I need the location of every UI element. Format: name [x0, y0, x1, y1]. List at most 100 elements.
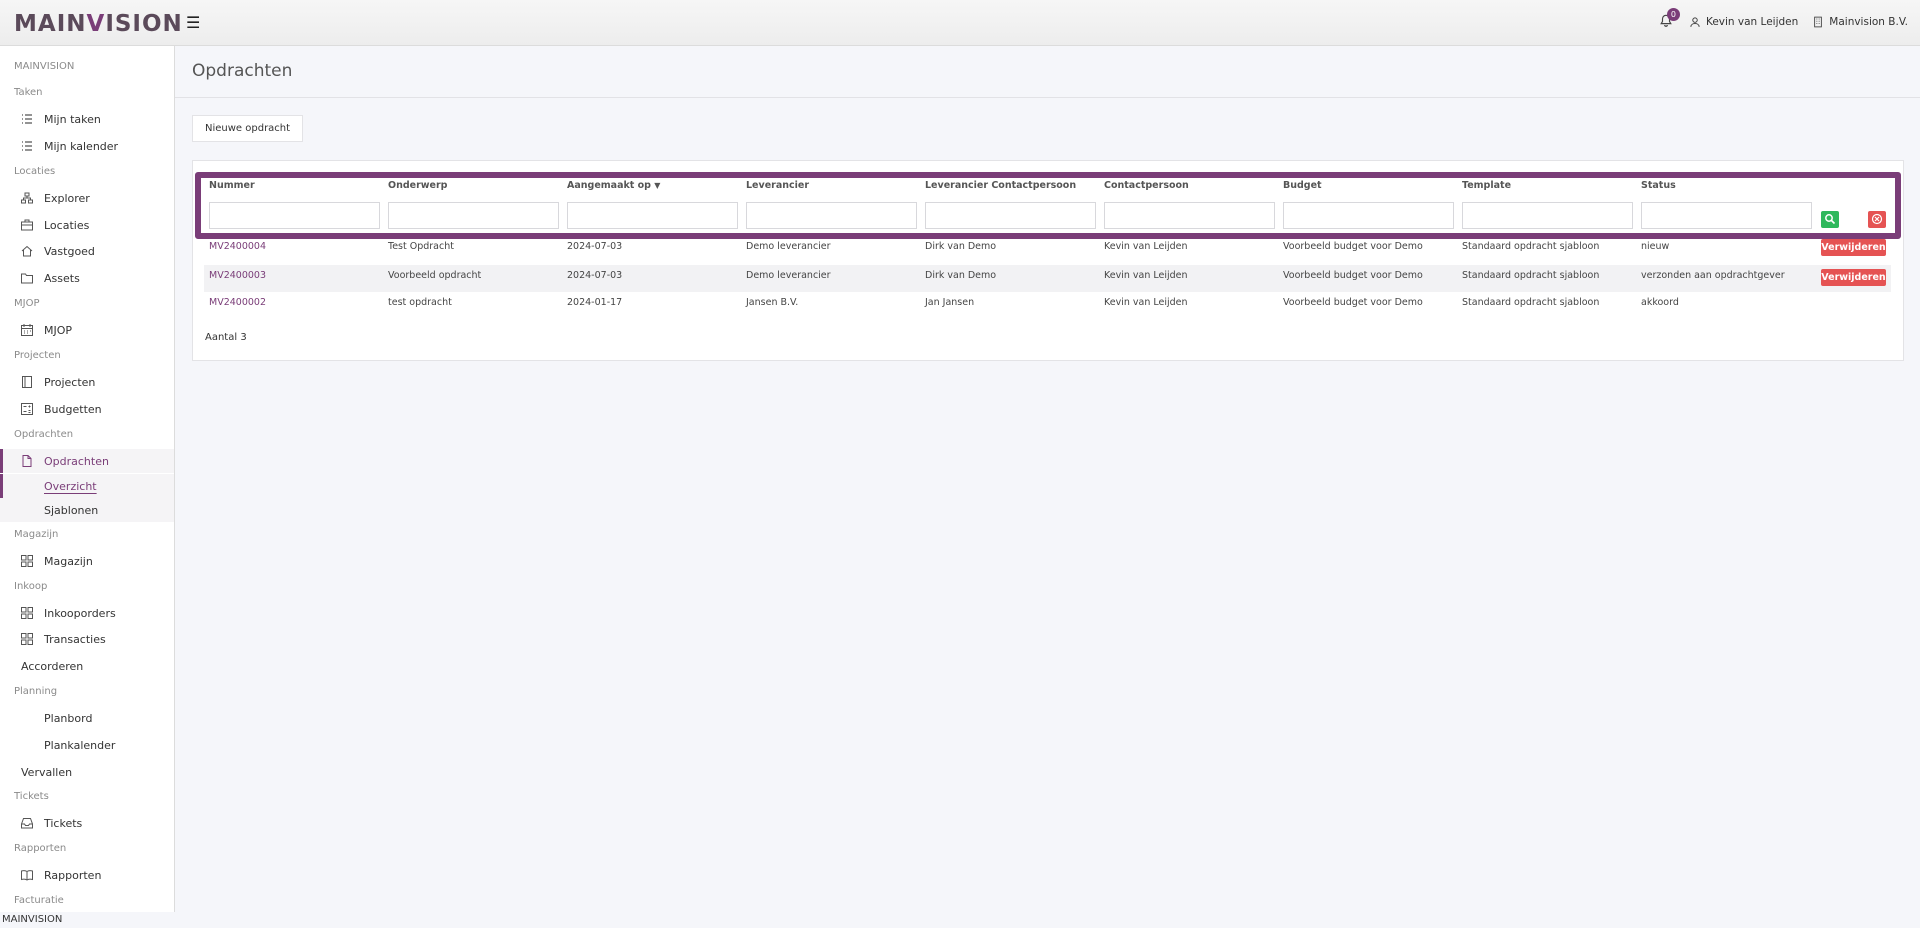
footer: MAINVISION [0, 912, 1920, 928]
top-bar: MAINVISION ☰ 0 Kevin van Leijden Mainvis… [0, 0, 1920, 46]
column-header-leverancier[interactable]: Leverancier [746, 180, 809, 191]
table-row[interactable]: MV2400002 test opdracht 2024-01-17 Janse… [204, 292, 1891, 319]
building-icon [1814, 16, 1823, 28]
filter-aangemaakt-op-input[interactable] [567, 202, 738, 229]
section-planning: Planning [14, 686, 58, 697]
cell-aangemaakt-op: 2024-07-03 [567, 270, 623, 281]
column-header-aangemaakt-op[interactable]: Aangemaakt op ▼ [567, 180, 660, 191]
cell-contactpersoon: Kevin van Leijden [1104, 297, 1188, 308]
new-opdracht-button[interactable]: Nieuwe opdracht [192, 115, 304, 142]
cell-nummer[interactable]: MV2400002 [209, 294, 266, 311]
cell-nummer[interactable]: MV2400004 [209, 238, 266, 255]
cell-aangemaakt-op: 2024-07-03 [567, 241, 623, 252]
folder-icon [21, 272, 33, 284]
sidebar-item-sjablonen[interactable]: Sjablonen [0, 498, 174, 522]
sidebar-item-opdrachten[interactable]: Opdrachten [0, 449, 174, 473]
sidebar-item-assets[interactable]: Assets [0, 266, 174, 290]
delete-button[interactable]: Verwijderen [1821, 239, 1886, 256]
open-book-icon [21, 869, 33, 881]
clear-filters-button[interactable] [1868, 211, 1886, 228]
section-taken: Taken [14, 87, 43, 98]
sidebar-item-locaties[interactable]: Locaties [0, 213, 174, 237]
sitemap-icon [21, 192, 33, 204]
user-name: Kevin van Leijden [1705, 16, 1799, 28]
sidebar-item-magazijn[interactable]: Magazijn [0, 549, 174, 573]
sidebar-item-overzicht[interactable]: Overzicht [0, 474, 174, 498]
sidebar-item-vervallen[interactable]: Vervallen [0, 760, 174, 784]
filter-nummer-input[interactable] [209, 202, 380, 229]
column-header-nummer[interactable]: Nummer [209, 180, 255, 191]
hamburger-icon[interactable]: ☰ [186, 13, 200, 32]
delete-button[interactable]: Verwijderen [1821, 269, 1886, 286]
list-icon [21, 113, 33, 125]
sidebar-item-transacties[interactable]: Transacties [0, 627, 174, 651]
notifications-bell-icon[interactable]: 0 [1659, 8, 1680, 30]
column-header-onderwerp[interactable]: Onderwerp [388, 180, 447, 191]
book-icon [21, 376, 33, 388]
sidebar-item-explorer[interactable]: Explorer [0, 186, 174, 210]
sidebar-item-inkooporders[interactable]: Inkooporders [0, 601, 174, 625]
cell-leverancier-contactpersoon: Dirk van Demo [925, 241, 997, 252]
mainvision-logo[interactable]: MAINVISION [14, 12, 183, 36]
cell-template: Standaard opdracht sjabloon [1462, 241, 1600, 252]
cell-status: akkoord [1641, 297, 1679, 308]
filter-leverancier-input[interactable] [746, 202, 917, 229]
grid-icon [21, 633, 33, 645]
sidebar-item-budgetten[interactable]: Budgetten [0, 397, 174, 421]
sidebar-item-mjop[interactable]: MJOP [0, 318, 174, 342]
sort-desc-icon: ▼ [654, 181, 661, 190]
cell-leverancier: Demo leverancier [746, 241, 831, 252]
grid-icon [21, 607, 33, 619]
grid-icon [21, 555, 33, 567]
sidebar: MAINVISION Taken Mijn taken Mijn kalende… [0, 46, 175, 912]
cell-onderwerp: Test Opdracht [388, 241, 454, 252]
column-header-budget[interactable]: Budget [1283, 180, 1322, 191]
user-menu[interactable]: Kevin van Leijden [1689, 16, 1798, 28]
sidebar-item-projecten[interactable]: Projecten [0, 370, 174, 394]
section-facturatie: Facturatie [14, 895, 64, 906]
sidebar-item-rapporten[interactable]: Rapporten [0, 863, 174, 887]
inbox-icon [21, 817, 33, 829]
page-title: Opdrachten [192, 61, 293, 81]
filter-onderwerp-input[interactable] [388, 202, 559, 229]
column-header-template[interactable]: Template [1462, 180, 1511, 191]
file-icon [21, 455, 33, 467]
cell-status: nieuw [1641, 241, 1670, 252]
filter-budget-input[interactable] [1283, 202, 1454, 229]
column-header-contactpersoon[interactable]: Contactpersoon [1104, 180, 1189, 191]
sidebar-brand-label: MAINVISION [14, 61, 75, 72]
sidebar-item-mijn-kalender[interactable]: Mijn kalender [0, 134, 174, 158]
cell-aangemaakt-op: 2024-01-17 [567, 297, 623, 308]
sidebar-item-mijn-taken[interactable]: Mijn taken [0, 107, 174, 131]
cell-leverancier-contactpersoon: Jan Jansen [925, 297, 975, 308]
user-icon [1690, 17, 1700, 27]
column-header-leverancier-contactpersoon[interactable]: Leverancier Contactpersoon [925, 180, 1076, 191]
table-row[interactable]: MV2400003 Voorbeeld opdracht 2024-07-03 … [204, 265, 1891, 292]
section-mjop: MJOP [14, 298, 40, 309]
sidebar-item-tickets[interactable]: Tickets [0, 811, 174, 835]
company-menu[interactable]: Mainvision B.V. [1812, 16, 1908, 28]
cell-status: verzonden aan opdrachtgever [1641, 270, 1785, 281]
calendar-icon [21, 324, 33, 336]
home-icon [21, 245, 33, 257]
filter-status-input[interactable] [1641, 202, 1812, 229]
filter-leverancier-contactpersoon-input[interactable] [925, 202, 1096, 229]
company-name: Mainvision B.V. [1829, 16, 1908, 28]
filter-template-input[interactable] [1462, 202, 1633, 229]
filter-contactpersoon-input[interactable] [1104, 202, 1275, 229]
close-circle-icon [1871, 213, 1883, 225]
column-header-status[interactable]: Status [1641, 180, 1676, 191]
section-opdrachten: Opdrachten [14, 429, 74, 440]
calculator-icon [21, 403, 33, 415]
search-icon [1825, 214, 1836, 225]
cell-budget: Voorbeeld budget voor Demo [1283, 297, 1423, 308]
sidebar-item-planbord[interactable]: Planbord [0, 706, 174, 730]
cell-onderwerp: test opdracht [388, 297, 452, 308]
sidebar-item-plankalender[interactable]: Plankalender [0, 733, 174, 757]
result-count: Aantal 3 [205, 332, 247, 343]
table-row[interactable]: MV2400004 Test Opdracht 2024-07-03 Demo … [204, 238, 1891, 265]
cell-nummer[interactable]: MV2400003 [209, 267, 266, 284]
sidebar-item-accorderen[interactable]: Accorderen [0, 654, 174, 678]
sidebar-item-vastgoed[interactable]: Vastgoed [0, 239, 174, 263]
search-button[interactable] [1821, 211, 1839, 228]
